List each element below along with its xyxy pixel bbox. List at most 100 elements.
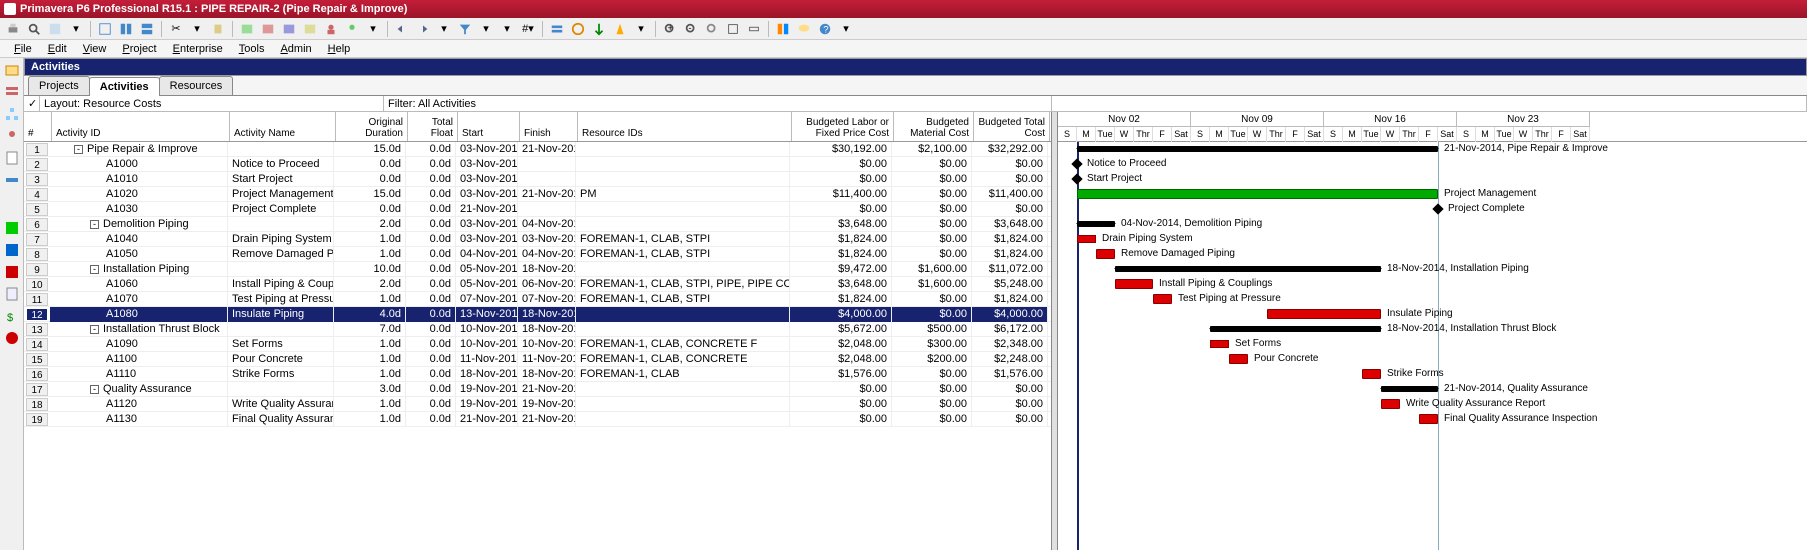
tab-activities[interactable]: Activities bbox=[89, 77, 160, 96]
activity-row[interactable]: 6-Demolition Piping2.0d0.0d03-Nov-201404… bbox=[24, 217, 1051, 232]
menu-enterprise[interactable]: Enterprise bbox=[165, 41, 231, 57]
rail-projects-icon[interactable] bbox=[4, 62, 20, 78]
level-icon[interactable] bbox=[590, 20, 608, 38]
colhead-id[interactable]: Activity ID bbox=[52, 112, 230, 141]
gantt-summary-bar[interactable] bbox=[1210, 326, 1381, 332]
zoomin-icon[interactable]: + bbox=[661, 20, 679, 38]
indent-out-icon[interactable] bbox=[393, 20, 411, 38]
cell-num[interactable]: 8 bbox=[26, 248, 48, 261]
colhead-name[interactable]: Activity Name bbox=[230, 112, 336, 141]
add-icon[interactable] bbox=[238, 20, 256, 38]
preview-icon[interactable] bbox=[25, 20, 43, 38]
colhead-mat[interactable]: Budgeted Material Cost bbox=[894, 112, 974, 141]
gantt-milestone[interactable] bbox=[1432, 203, 1443, 214]
indent-in-icon[interactable] bbox=[414, 20, 432, 38]
activity-row[interactable]: 15A1100Pour Concrete1.0d0.0d11-Nov-20141… bbox=[24, 352, 1051, 367]
cell-num[interactable]: 5 bbox=[26, 203, 48, 216]
rail-reports-icon[interactable] bbox=[4, 150, 20, 166]
menu-project[interactable]: Project bbox=[114, 41, 164, 57]
filter-dd-icon[interactable]: ▾ bbox=[477, 20, 495, 38]
resource-icon[interactable] bbox=[322, 20, 340, 38]
gantt-task-bar[interactable] bbox=[1096, 249, 1115, 259]
hash-icon[interactable]: #▾ bbox=[519, 20, 537, 38]
activity-row[interactable]: 7A1040Drain Piping System1.0d0.0d03-Nov-… bbox=[24, 232, 1051, 247]
tab-resources[interactable]: Resources bbox=[159, 76, 234, 95]
rail-blue-icon[interactable] bbox=[4, 242, 20, 258]
cell-num[interactable]: 9 bbox=[26, 263, 48, 276]
cell-num[interactable]: 17 bbox=[26, 383, 48, 396]
gantt-task-bar[interactable] bbox=[1229, 354, 1248, 364]
cell-num[interactable]: 4 bbox=[26, 188, 48, 201]
tool-icon-1[interactable] bbox=[46, 20, 64, 38]
colhead-res[interactable]: Resource IDs bbox=[578, 112, 792, 141]
colhead-finish[interactable]: Finish bbox=[520, 112, 578, 141]
colhead-total[interactable]: Budgeted Total Cost bbox=[974, 112, 1050, 141]
rail-res-icon[interactable] bbox=[4, 128, 20, 144]
menu-tools[interactable]: Tools bbox=[231, 41, 273, 57]
menu-view[interactable]: View bbox=[75, 41, 115, 57]
colhead-start[interactable]: Start bbox=[458, 112, 520, 141]
layout-check-icon[interactable]: ✓ bbox=[24, 96, 40, 111]
gantt-task-bar[interactable] bbox=[1362, 369, 1381, 379]
gantt-task-bar[interactable] bbox=[1267, 309, 1381, 319]
gantt-task-bar[interactable] bbox=[1077, 235, 1096, 243]
activity-row[interactable]: 12A1080Insulate Piping4.0d0.0d13-Nov-201… bbox=[24, 307, 1051, 322]
cell-num[interactable]: 13 bbox=[26, 323, 48, 336]
tool-b-icon[interactable] bbox=[301, 20, 319, 38]
cut-icon[interactable]: ✂ bbox=[167, 20, 185, 38]
gantt-summary-bar[interactable] bbox=[1077, 221, 1115, 227]
activity-row[interactable]: 13-Installation Thrust Block7.0d0.0d10-N… bbox=[24, 322, 1051, 337]
gantt-task-bar[interactable] bbox=[1419, 414, 1438, 424]
cell-num[interactable]: 19 bbox=[26, 413, 48, 426]
rail-red-icon[interactable] bbox=[4, 264, 20, 280]
colhead-dur[interactable]: Original Duration bbox=[336, 112, 408, 141]
cell-num[interactable]: 14 bbox=[26, 338, 48, 351]
activity-row[interactable]: 4A1020Project Management15.0d0.0d03-Nov-… bbox=[24, 187, 1051, 202]
activity-row[interactable]: 19A1130Final Quality Assurance1.0d0.0d21… bbox=[24, 412, 1051, 427]
rail-doc-icon[interactable] bbox=[4, 286, 20, 302]
expand-icon[interactable] bbox=[724, 20, 742, 38]
cell-num[interactable]: 7 bbox=[26, 233, 48, 246]
cell-num[interactable]: 1 bbox=[26, 143, 48, 156]
rail-activities-icon[interactable] bbox=[4, 84, 20, 100]
progress-icon[interactable]: ▾ bbox=[632, 20, 650, 38]
zoomfit-icon[interactable] bbox=[703, 20, 721, 38]
activity-row[interactable]: 2A1000Notice to Proceed0.0d0.0d03-Nov-20… bbox=[24, 157, 1051, 172]
expander-icon[interactable]: - bbox=[90, 265, 99, 274]
filter-icon[interactable] bbox=[456, 20, 474, 38]
menu-edit[interactable]: Edit bbox=[40, 41, 75, 57]
layout-name[interactable]: Layout: Resource Costs bbox=[40, 96, 384, 111]
bubble-icon[interactable] bbox=[795, 20, 813, 38]
expander-icon[interactable]: - bbox=[90, 325, 99, 334]
rail-risk-icon[interactable] bbox=[4, 330, 20, 346]
copy-icon[interactable]: ▾ bbox=[188, 20, 206, 38]
cell-num[interactable]: 2 bbox=[26, 158, 48, 171]
activity-row[interactable]: 16A1110Strike Forms1.0d0.0d18-Nov-201418… bbox=[24, 367, 1051, 382]
activity-row[interactable]: 8A1050Remove Damaged Pipir1.0d0.0d04-Nov… bbox=[24, 247, 1051, 262]
expander-icon[interactable]: - bbox=[90, 385, 99, 394]
baseline-icon[interactable]: ▾ bbox=[364, 20, 382, 38]
spotlight-icon[interactable] bbox=[611, 20, 629, 38]
cell-num[interactable]: 12 bbox=[26, 308, 48, 321]
rail-cost-icon[interactable]: $ bbox=[4, 308, 20, 324]
expander-icon[interactable]: - bbox=[74, 145, 83, 154]
globe-icon[interactable]: ▾ bbox=[837, 20, 855, 38]
split-icon[interactable] bbox=[774, 20, 792, 38]
menu-file[interactable]: File bbox=[6, 41, 40, 57]
cell-num[interactable]: 11 bbox=[26, 293, 48, 306]
role-icon[interactable] bbox=[343, 20, 361, 38]
activity-icon[interactable] bbox=[548, 20, 566, 38]
zoomout-icon[interactable]: - bbox=[682, 20, 700, 38]
group-icon[interactable]: ▾ bbox=[498, 20, 516, 38]
gantt-chart[interactable]: Nov 02SMTueWThrFSatNov 09SMTueWThrFSatNo… bbox=[1058, 112, 1807, 550]
activity-row[interactable]: 17-Quality Assurance3.0d0.0d19-Nov-20142… bbox=[24, 382, 1051, 397]
expander-icon[interactable]: - bbox=[90, 220, 99, 229]
tab-projects[interactable]: Projects bbox=[28, 76, 90, 95]
cell-num[interactable]: 18 bbox=[26, 398, 48, 411]
cell-num[interactable]: 3 bbox=[26, 173, 48, 186]
gantt-task-bar[interactable] bbox=[1381, 399, 1400, 409]
gantt-milestone[interactable] bbox=[1071, 173, 1082, 184]
activity-row[interactable]: 14A1090Set Forms1.0d0.0d10-Nov-201410-No… bbox=[24, 337, 1051, 352]
activity-row[interactable]: 3A1010Start Project0.0d0.0d03-Nov-2014$0… bbox=[24, 172, 1051, 187]
rail-green-icon[interactable] bbox=[4, 220, 20, 236]
